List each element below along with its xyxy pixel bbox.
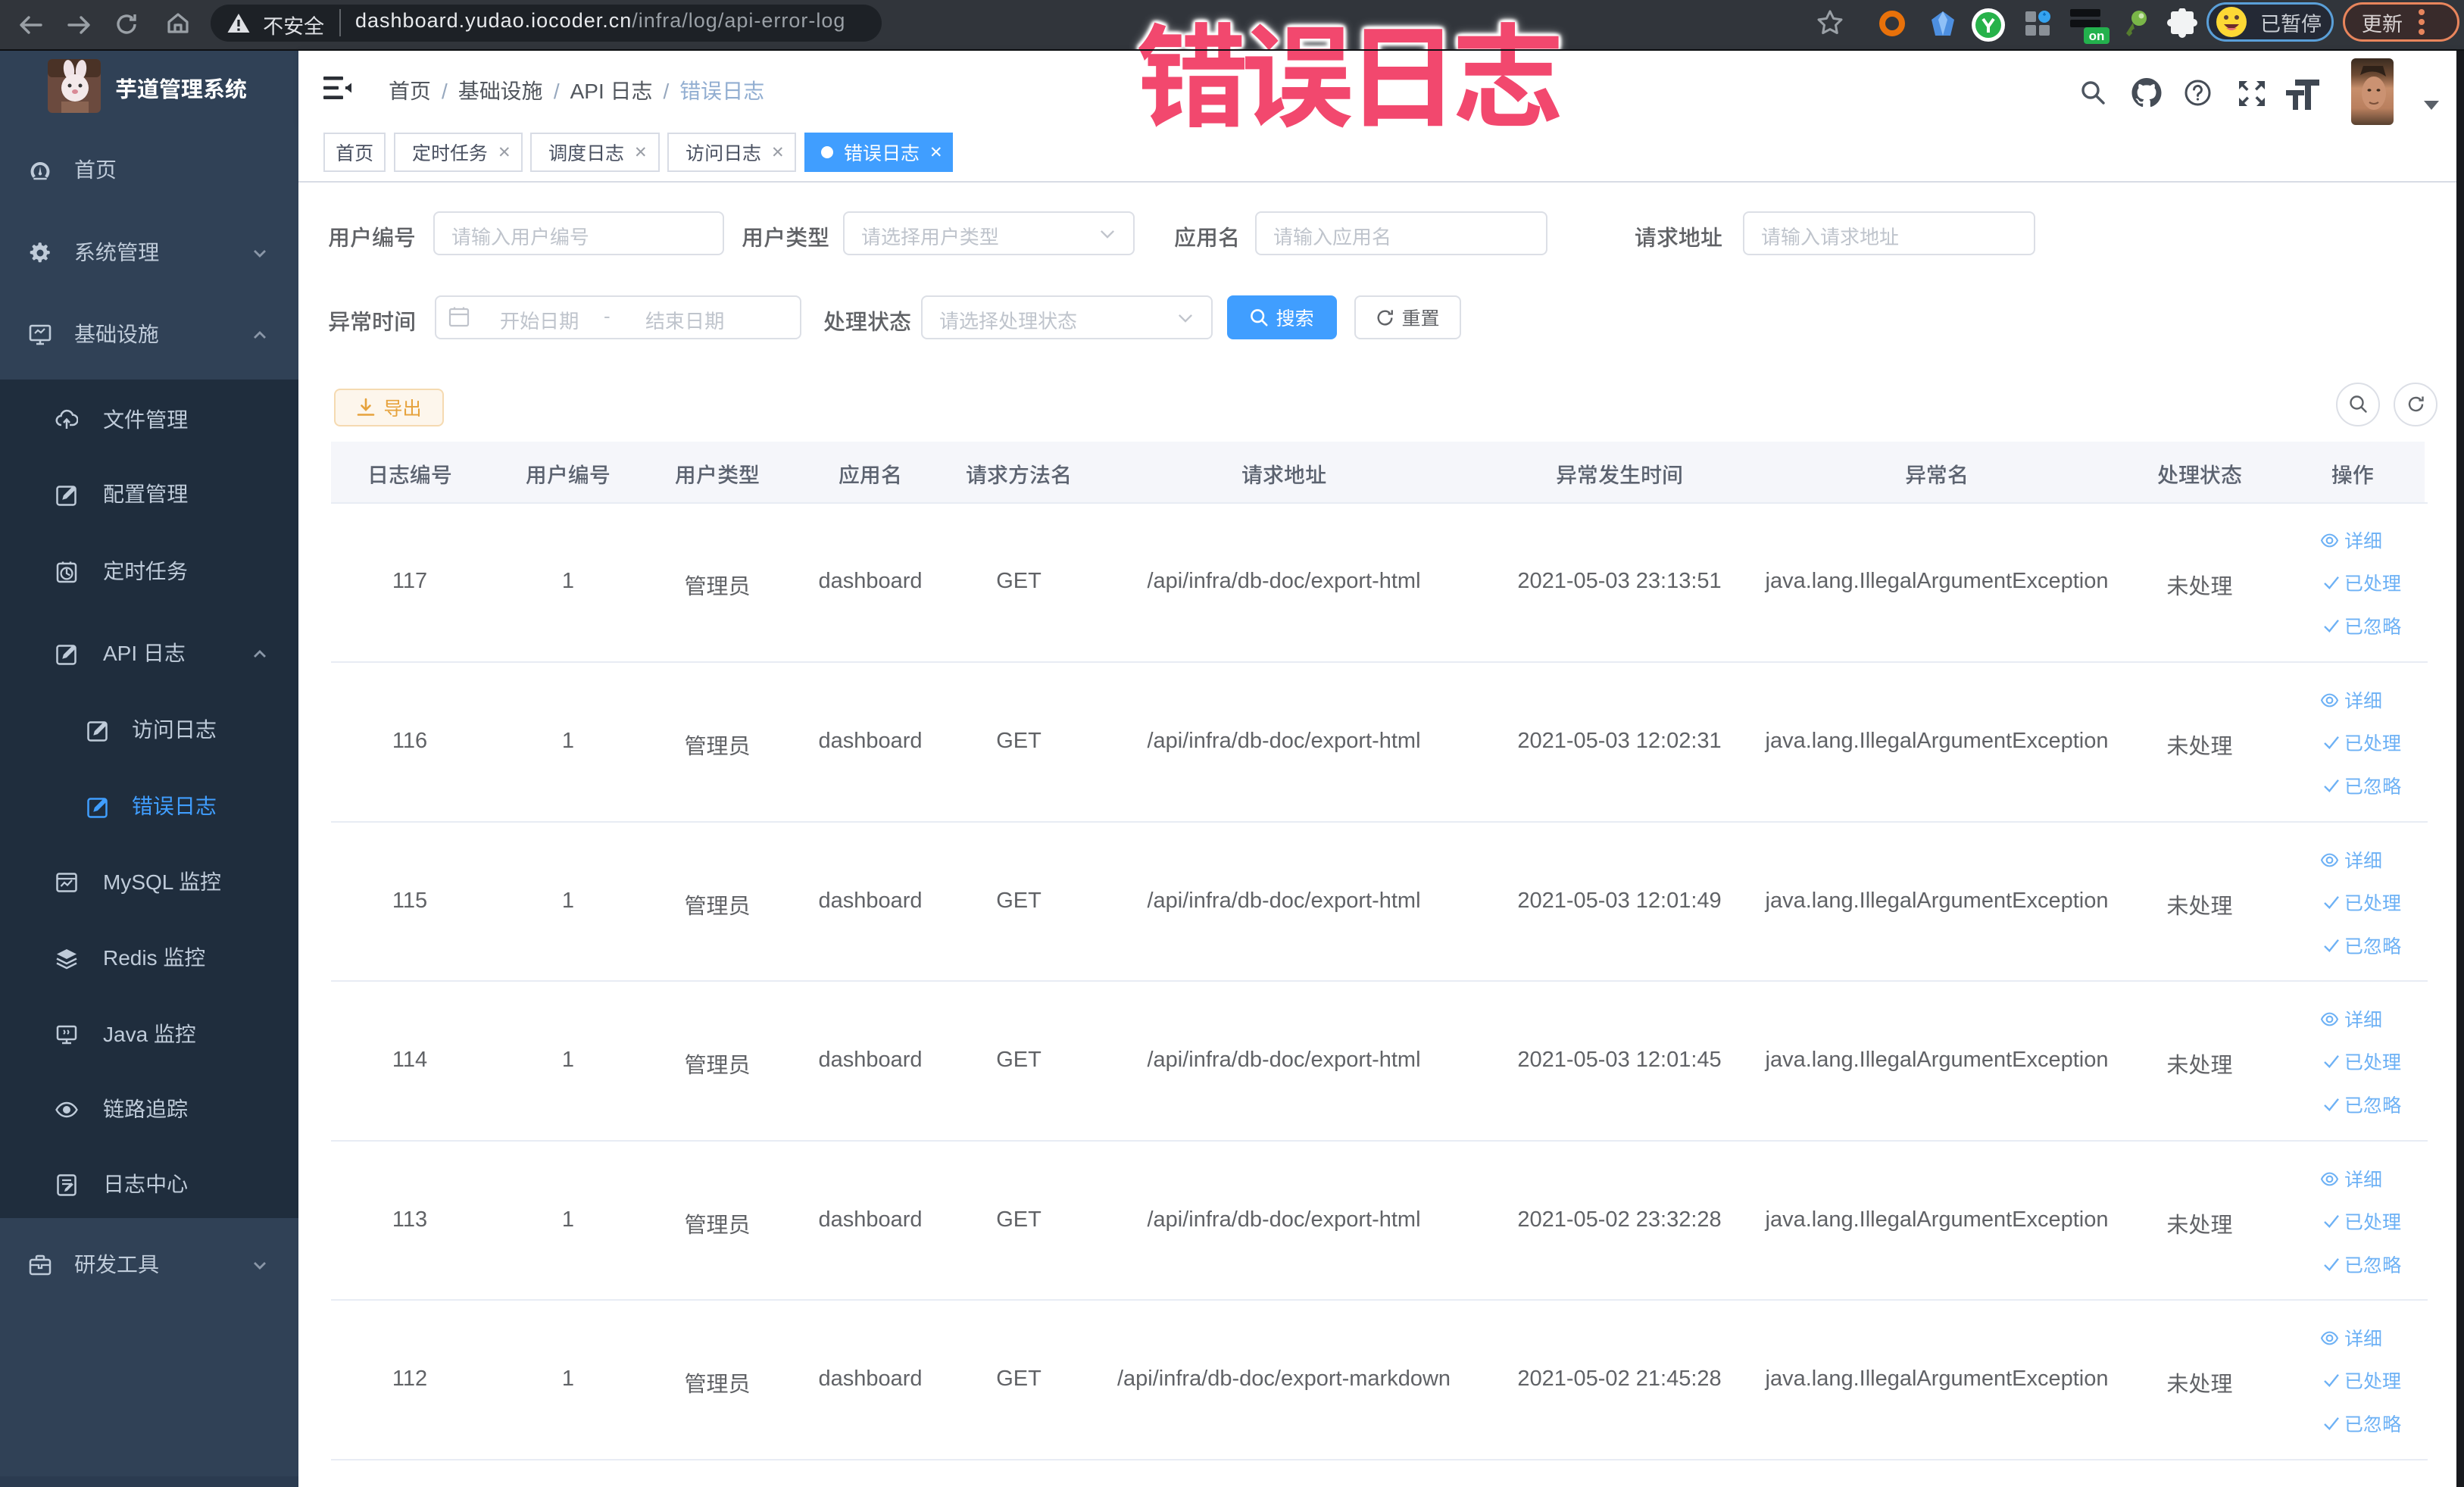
svg-text:on: on bbox=[2089, 29, 2105, 43]
